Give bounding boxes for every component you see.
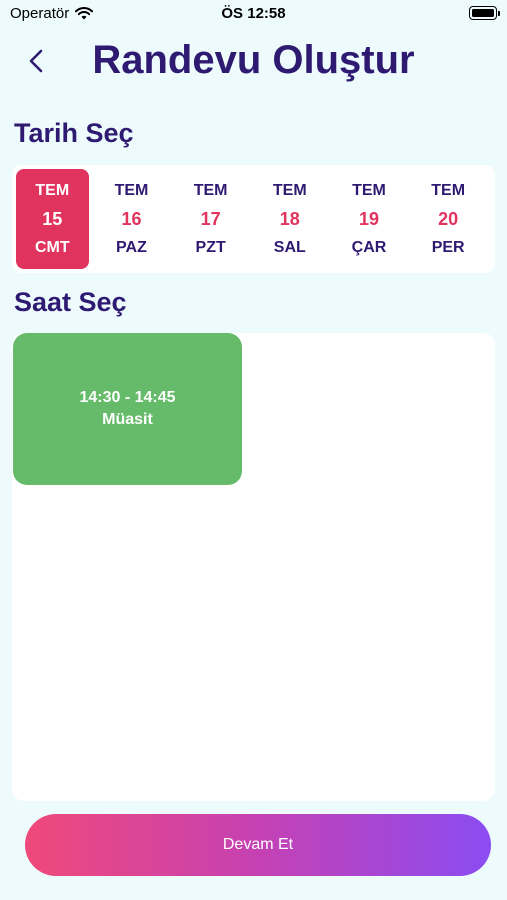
time-slot-list: 14:30 - 14:45 Müasit bbox=[12, 333, 495, 801]
date-weekday: PZT bbox=[195, 238, 226, 256]
date-weekday: ÇAR bbox=[351, 238, 387, 256]
date-item[interactable]: TEM 20 PER bbox=[412, 169, 485, 269]
status-right bbox=[469, 6, 500, 20]
date-day: 19 bbox=[358, 208, 379, 229]
date-month: TEM bbox=[352, 181, 386, 199]
date-item[interactable]: TEM 17 PZT bbox=[174, 169, 247, 269]
date-item[interactable]: TEM 16 PAZ bbox=[95, 169, 168, 269]
time-slot[interactable]: 14:30 - 14:45 Müasit bbox=[13, 333, 242, 485]
header: Randevu Oluştur bbox=[0, 36, 507, 88]
status-bar: Operatör ÖS 12:58 bbox=[0, 0, 507, 30]
date-item[interactable]: TEM 15 CMT bbox=[16, 169, 89, 269]
date-month: TEM bbox=[193, 181, 228, 199]
time-section-title: Saat Seç bbox=[14, 287, 127, 317]
date-month: TEM bbox=[35, 181, 70, 199]
date-month: TEM bbox=[431, 181, 466, 199]
battery-icon bbox=[469, 6, 500, 20]
page-title: Randevu Oluştur bbox=[92, 38, 415, 82]
slot-status: Müasit bbox=[102, 411, 153, 428]
date-day: 16 bbox=[121, 208, 142, 229]
date-day: 20 bbox=[438, 208, 459, 229]
date-section-title: Tarih Seç bbox=[14, 118, 134, 148]
date-day: 15 bbox=[42, 208, 63, 229]
slot-time: 14:30 - 14:45 bbox=[79, 389, 176, 406]
date-picker: TEM 15 CMT TEM 16 PAZ TEM 17 PZT TEM 18 SAL TEM 19 ÇAR… bbox=[12, 165, 495, 273]
date-weekday: SAL bbox=[273, 238, 306, 256]
date-month: TEM bbox=[272, 181, 307, 199]
date-weekday: PAZ bbox=[116, 238, 147, 256]
continue-button[interactable]: Devam Et bbox=[25, 814, 491, 876]
date-day: 17 bbox=[200, 208, 221, 229]
date-day: 18 bbox=[279, 208, 300, 229]
status-time: ÖS 12:58 bbox=[221, 5, 286, 22]
date-weekday: CMT bbox=[34, 238, 70, 256]
date-weekday: PER bbox=[431, 238, 465, 256]
date-item[interactable]: TEM 18 SAL bbox=[254, 169, 327, 269]
date-item[interactable]: TEM 19 ÇAR bbox=[333, 169, 406, 269]
date-month: TEM bbox=[114, 181, 149, 199]
